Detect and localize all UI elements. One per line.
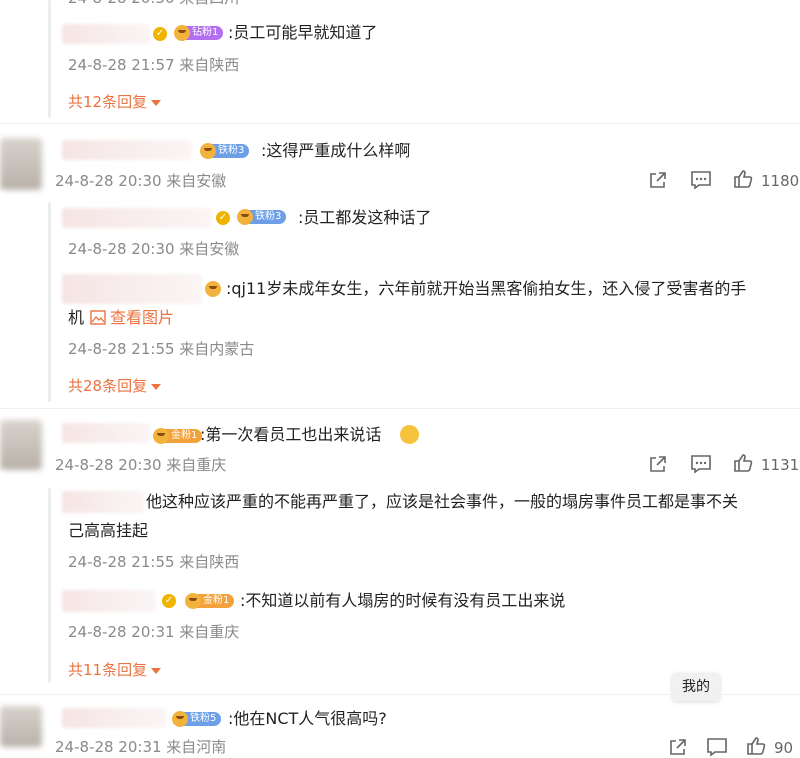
fan-emoji-icon (205, 281, 221, 297)
divider (0, 123, 800, 124)
fan-badge: 金粉1 (153, 428, 203, 444)
username-blurred[interactable] (62, 274, 202, 304)
verified-icon: ✓ (216, 211, 230, 225)
expand-replies-button[interactable]: 共12条回复 (68, 92, 162, 112)
expand-replies-label: 共28条回复 (68, 377, 148, 395)
fan-badge: 钻粉1 (174, 25, 224, 41)
comment-text: :他在NCT人气很高吗? (228, 709, 387, 728)
laughing-emoji-icon (400, 425, 419, 444)
fan-badge (205, 281, 221, 297)
like-count: 1180 (761, 172, 800, 190)
like-count: 90 (774, 739, 794, 757)
username-blurred[interactable] (62, 140, 192, 160)
thread-line (48, 202, 51, 402)
reply-meta: 24-8-28 21:57 来自陕西 (68, 56, 240, 74)
fan-emoji-icon (185, 593, 201, 609)
reply-text-line2: 机 (68, 308, 85, 327)
expand-replies-button[interactable]: 共11条回复 (68, 660, 162, 680)
reply-meta: 24-8-28 20:31 来自重庆 (68, 623, 240, 641)
fan-badge: 铁粉5 (172, 711, 222, 727)
reply-text-line1: :qj11岁未成年女生，六年前就开始当黑客偷拍女生，还入侵了受害者的手 (226, 279, 747, 298)
thumbs-up-icon[interactable] (733, 169, 753, 189)
verified-icon: ✓ (162, 594, 176, 608)
share-icon[interactable] (668, 737, 688, 757)
image-icon (90, 310, 106, 325)
reply-text-line2: 己高高挂起 (68, 521, 149, 540)
username-blurred[interactable] (62, 24, 150, 44)
expand-replies-label: 共12条回复 (68, 93, 148, 111)
my-tooltip[interactable]: 我的 (672, 673, 720, 701)
avatar[interactable] (0, 706, 42, 747)
username-blurred[interactable] (62, 708, 166, 728)
expand-replies-button[interactable]: 共28条回复 (68, 376, 162, 396)
reply-meta-partial: 24-8-28 20:30 来自四川 (68, 0, 239, 8)
comment-meta: 24-8-28 20:30 来自安徽 (55, 172, 227, 190)
avatar[interactable] (0, 420, 42, 470)
username-blurred[interactable] (62, 590, 156, 612)
comment-text: :第一次看员工也出来说话 (200, 425, 382, 444)
fan-badge: 铁粉3 (200, 143, 250, 159)
reply-text: :不知道以前有人塌房的时候有没有员工出来说 (240, 591, 566, 610)
reply-text-line1: 他这种应该严重的不能再严重了，应该是社会事件，一般的塌房事件员工都是事不关 (146, 492, 739, 511)
fan-emoji-icon (172, 711, 188, 727)
username-blurred[interactable] (62, 491, 144, 513)
reply-meta: 24-8-28 21:55 来自内蒙古 (68, 340, 255, 358)
comment-text: :这得严重成什么样啊 (261, 141, 411, 160)
caret-down-icon (151, 667, 162, 674)
fan-emoji-icon (200, 143, 216, 159)
like-count: 1131 (761, 456, 800, 474)
reply-meta: 24-8-28 21:55 来自陕西 (68, 553, 240, 571)
comment-icon[interactable] (690, 454, 712, 474)
reply-text: :员工都发这种话了 (298, 208, 432, 227)
divider (0, 694, 800, 695)
verified-icon: ✓ (153, 27, 167, 41)
fan-badge: 铁粉3 (237, 209, 287, 225)
caret-down-icon (151, 383, 162, 390)
share-icon[interactable] (648, 170, 668, 190)
caret-down-icon (151, 99, 162, 106)
share-icon[interactable] (648, 454, 668, 474)
fan-badge: 金粉1 (185, 593, 235, 609)
comment-icon[interactable] (690, 170, 712, 190)
comment-icon[interactable] (706, 737, 728, 757)
username-blurred[interactable] (62, 423, 150, 443)
thread-line (48, 0, 51, 118)
thumbs-up-icon[interactable] (733, 453, 753, 473)
divider (0, 408, 800, 409)
expand-replies-label: 共11条回复 (68, 661, 148, 679)
comment-meta: 24-8-28 20:30 来自重庆 (55, 456, 227, 474)
view-image-link[interactable]: 查看图片 (110, 305, 174, 331)
fan-emoji-icon (174, 25, 190, 41)
avatar[interactable] (0, 138, 42, 190)
comment-meta: 24-8-28 20:31 来自河南 (55, 738, 227, 756)
thumbs-up-icon[interactable] (746, 736, 766, 756)
fan-emoji-icon (153, 428, 169, 444)
thread-line (48, 488, 51, 683)
reply-meta: 24-8-28 20:30 来自安徽 (68, 240, 240, 258)
reply-text: :员工可能早就知道了 (228, 23, 378, 42)
fan-emoji-icon (237, 209, 253, 225)
username-blurred[interactable] (62, 208, 212, 228)
